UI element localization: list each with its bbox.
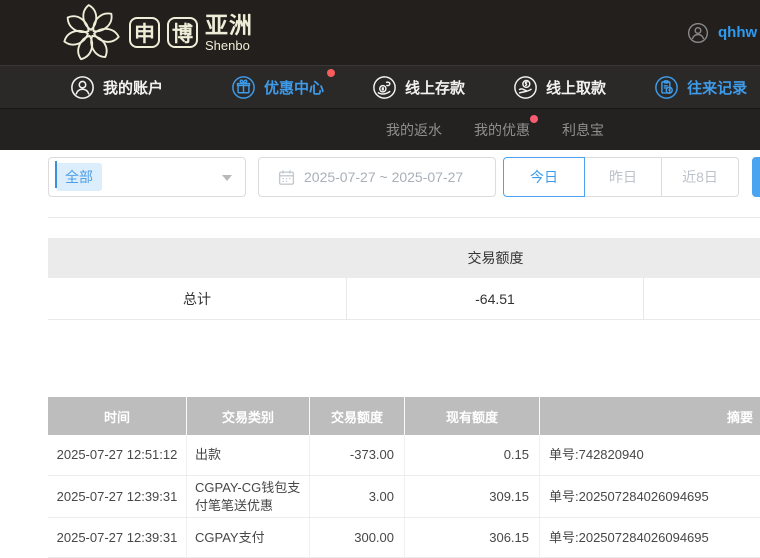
deposit-hand-icon [372, 75, 397, 100]
cell-time: 2025-07-27 12:39:31 [48, 518, 187, 557]
main-nav: 我的账户 优惠中心 线上存款 线上取款 [0, 65, 760, 108]
cell-balance: 0.15 [405, 435, 540, 475]
top-header: 申 博 亚洲 Shenbo qhhw [0, 0, 760, 65]
logo-region-text: 亚洲 [205, 14, 253, 37]
text-cursor [55, 161, 57, 188]
nav-item-my-account[interactable]: 我的账户 [70, 75, 163, 100]
records-icon [654, 75, 679, 100]
subnav-label: 利息宝 [562, 122, 604, 138]
logo-char-box-1: 申 [129, 17, 160, 48]
logo-en-text: Shenbo [205, 39, 253, 52]
section-divider [48, 217, 760, 218]
person-icon [70, 75, 95, 100]
date-range-picker[interactable]: 2025-07-27 ~ 2025-07-27 [258, 157, 496, 197]
col-header-summary: 摘要 [540, 397, 760, 435]
subnav-item-interest-treasure[interactable]: 利息宝 [562, 120, 604, 140]
summary-header-row: 交易额度 [48, 238, 760, 278]
table-row: 2025-07-27 12:39:31 CGPAY支付 300.00 306.1… [48, 518, 760, 558]
range-button-label: 昨日 [609, 167, 637, 187]
subnav-label: 我的优惠 [474, 122, 530, 138]
range-button-last8days[interactable]: 近8日 [661, 157, 739, 197]
summary-header-spacer [644, 238, 760, 278]
summary-total-label: 总计 [48, 278, 347, 319]
summary-header-spacer [48, 238, 347, 278]
user-avatar-icon [687, 22, 709, 44]
cell-amount: 3.00 [310, 476, 405, 517]
summary-header-amount: 交易额度 [347, 238, 644, 278]
table-header-row: 时间 交易类别 交易额度 现有额度 摘要 [48, 397, 760, 435]
cell-type: CGPAY支付 [187, 518, 310, 557]
col-header-balance: 现有额度 [405, 397, 540, 435]
subnav-item-my-rebate[interactable]: 我的返水 [386, 120, 442, 140]
nav-label: 我的账户 [103, 77, 163, 98]
cell-amount: -373.00 [310, 435, 405, 475]
col-header-type: 交易类别 [187, 397, 310, 435]
search-button[interactable] [752, 157, 760, 197]
range-button-label: 近8日 [682, 167, 718, 187]
range-button-today[interactable]: 今日 [503, 157, 585, 197]
chevron-down-icon [222, 175, 232, 181]
nav-item-promo-center[interactable]: 优惠中心 [231, 75, 324, 100]
cell-summary: 单号:202507284026094695 [540, 476, 760, 517]
nav-label: 线上存款 [405, 77, 465, 98]
nav-label: 往来记录 [687, 77, 747, 98]
summary-empty-cell [644, 278, 760, 319]
subnav-label: 我的返水 [386, 122, 442, 138]
nav-label: 优惠中心 [264, 77, 324, 98]
range-button-label: 今日 [530, 167, 558, 187]
cell-time: 2025-07-27 12:39:31 [48, 476, 187, 517]
cell-type: 出款 [187, 435, 310, 475]
summary-table: 交易额度 总计 -64.51 [48, 238, 760, 320]
nav-item-transaction-records[interactable]: 往来记录 [654, 75, 747, 100]
cell-balance: 309.15 [405, 476, 540, 517]
logo-char-1: 申 [134, 18, 155, 48]
nav-item-online-deposit[interactable]: 线上存款 [372, 75, 465, 100]
transaction-type-select[interactable]: 全部 [48, 157, 246, 197]
summary-total-row: 总计 -64.51 [48, 278, 760, 320]
col-header-time: 时间 [48, 397, 187, 435]
cell-summary: 单号:742820940 [540, 435, 760, 475]
promos-badge-dot [530, 115, 538, 123]
flower-logo-icon [60, 2, 122, 64]
selected-type-text: 全部 [65, 169, 93, 185]
table-row: 2025-07-27 12:51:12 出款 -373.00 0.15 单号:7… [48, 435, 760, 476]
calendar-icon [278, 169, 295, 186]
brand-logo[interactable]: 申 博 亚洲 Shenbo [60, 1, 253, 64]
cell-time: 2025-07-27 12:51:12 [48, 435, 187, 475]
withdraw-hand-icon [513, 75, 538, 100]
logo-text: 亚洲 Shenbo [205, 14, 253, 52]
selected-type-chip: 全部 [56, 163, 102, 191]
nav-item-online-withdrawal[interactable]: 线上取款 [513, 75, 606, 100]
sub-nav: 我的返水 我的优惠 利息宝 [0, 108, 760, 150]
summary-total-value: -64.51 [347, 278, 644, 319]
cell-balance: 306.15 [405, 518, 540, 557]
table-row: 2025-07-27 12:39:31 CGPAY-CG钱包支付笔笔送优惠 3.… [48, 476, 760, 518]
transaction-records-page: { "brand": { "logo_char_1": "申", "logo_c… [0, 0, 760, 552]
transactions-table: 时间 交易类别 交易额度 现有额度 摘要 2025-07-27 12:51:12… [48, 397, 760, 558]
cell-summary: 单号:202507284026094695 [540, 518, 760, 557]
cell-amount: 300.00 [310, 518, 405, 557]
username-text[interactable]: qhhw [718, 24, 757, 41]
date-range-text: 2025-07-27 ~ 2025-07-27 [304, 169, 463, 185]
promo-badge-dot [327, 69, 335, 77]
cell-type: CGPAY-CG钱包支付笔笔送优惠 [187, 476, 310, 517]
quick-range-button-group: 今日 昨日 近8日 [503, 157, 739, 197]
subnav-item-my-promos[interactable]: 我的优惠 [474, 120, 530, 140]
user-account-area[interactable]: qhhw [687, 0, 757, 65]
logo-char-2: 博 [172, 18, 193, 48]
col-header-amount: 交易额度 [310, 397, 405, 435]
logo-char-box-2: 博 [167, 17, 198, 48]
nav-label: 线上取款 [546, 77, 606, 98]
range-button-yesterday[interactable]: 昨日 [584, 157, 662, 197]
gift-icon [231, 75, 256, 100]
